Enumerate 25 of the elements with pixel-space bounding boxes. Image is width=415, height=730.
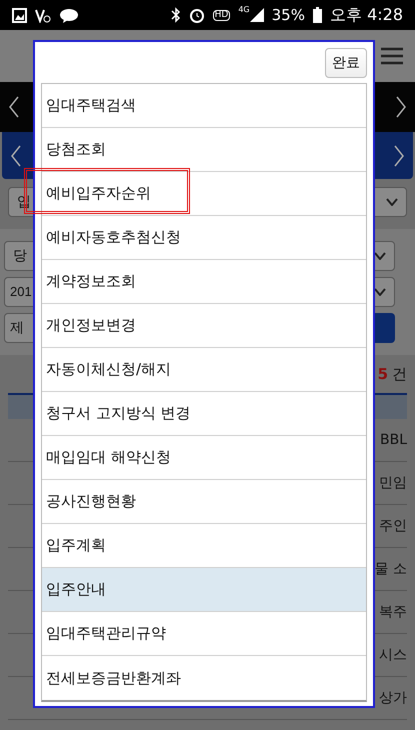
item-label: 입주안내 xyxy=(46,579,106,600)
item-label: 입주계획 xyxy=(46,535,106,556)
battery-percent: 35% xyxy=(272,4,305,26)
item-label: 계약정보조회 xyxy=(46,271,136,292)
item-label: 전세보증금반환계좌 xyxy=(46,668,181,689)
item-label: 당첨조회 xyxy=(46,139,106,160)
item-label: 자동이체신청/해지 xyxy=(46,359,172,380)
table-cell-text: 민임 xyxy=(379,474,407,492)
result-unit: 건 xyxy=(392,364,407,385)
item-label: 공사진행현황 xyxy=(46,491,136,512)
table-cell-text: 주인 xyxy=(379,516,407,536)
table-cell-text: 복주 xyxy=(379,602,407,622)
item-label: 예비자동호추첨신청 xyxy=(46,227,181,248)
clock: 오후 4:28 xyxy=(330,4,403,26)
item-label: 개인정보변경 xyxy=(46,315,136,336)
result-count: 5 xyxy=(378,364,388,385)
item-label: 청구서 고지방식 변경 xyxy=(46,403,191,424)
item-label: 임대주택관리규약 xyxy=(46,623,166,644)
item-label: 매입임대 해약신청 xyxy=(46,447,171,468)
table-cell-text: 물 소 xyxy=(374,560,407,578)
item-label: 임대주택검색 xyxy=(46,95,136,116)
table-cell-text: BBL xyxy=(380,430,407,450)
table-cell-text: 시스 xyxy=(379,646,407,664)
network-type: 4G xyxy=(238,4,250,16)
table-cell-text: 상가 xyxy=(379,688,407,708)
